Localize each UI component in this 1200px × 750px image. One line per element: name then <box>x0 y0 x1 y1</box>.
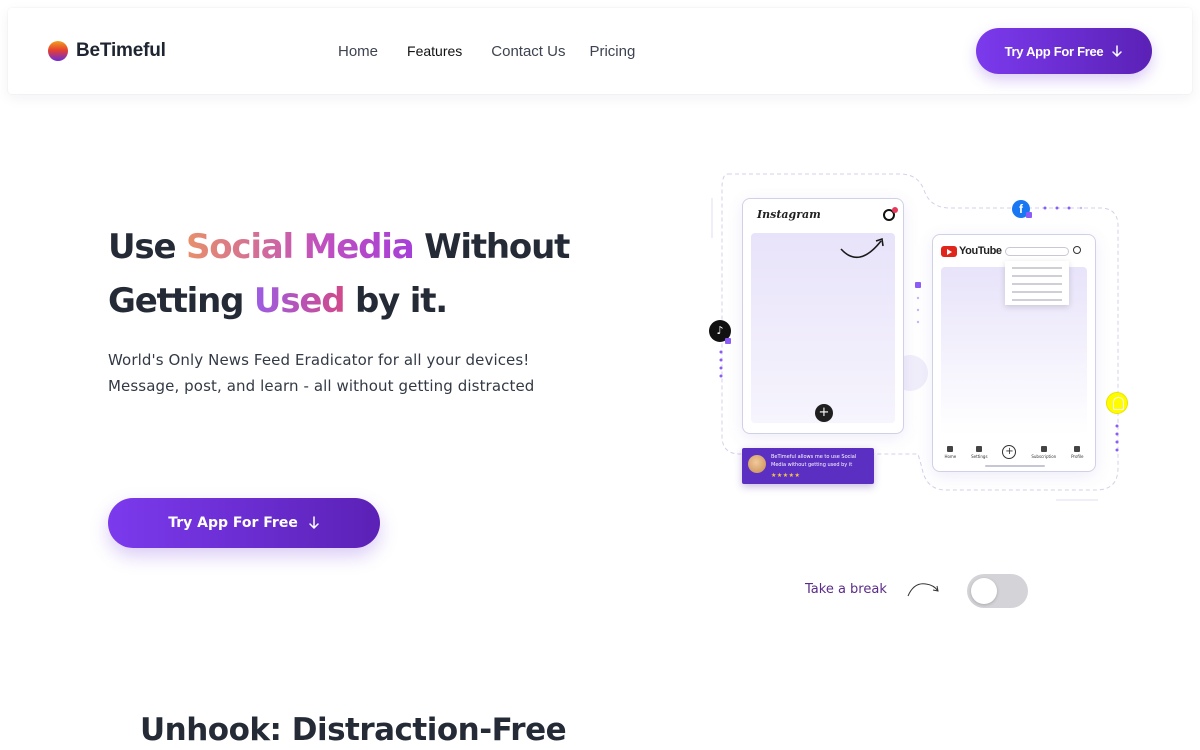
hero-subtitle-line-1: World's Only News Feed Eradicator for al… <box>108 351 530 369</box>
nav-try-app-label: Try App For Free <box>1004 43 1104 59</box>
hero-title-part: by it. <box>344 281 448 321</box>
hero-title: Use Social Media Without Getting Used by… <box>108 220 628 328</box>
arrow-down-icon <box>309 516 319 529</box>
hero-illustration: Instagram + YouTube Home Settings + Subs… <box>700 168 1140 508</box>
instagram-add-icon: + <box>815 404 833 422</box>
hero-title-highlight-used: Used <box>253 281 346 321</box>
curved-arrow-icon <box>840 237 884 259</box>
youtube-logo: YouTube <box>941 245 1002 257</box>
snapchat-icon <box>1106 392 1128 414</box>
instagram-label: Instagram <box>757 208 821 221</box>
home-indicator <box>985 465 1045 467</box>
youtube-tab-label: Subscription <box>1031 453 1057 459</box>
search-icon <box>1073 246 1081 254</box>
youtube-tab-profile: Profile <box>1071 445 1084 459</box>
brand-name: BeTimeful <box>76 40 166 61</box>
nav-link-home[interactable]: Home <box>338 43 378 60</box>
nav-link-features[interactable]: Features <box>407 43 462 60</box>
hero-subtitle-line-2: Message, post, and learn - all without g… <box>108 377 535 395</box>
logo-icon <box>48 41 68 61</box>
nav-links: Home Features Contact Us Pricing <box>338 43 635 60</box>
youtube-tab-label: Settings <box>971 453 988 459</box>
nav-link-pricing[interactable]: Pricing <box>589 43 635 60</box>
youtube-bottom-tabs: Home Settings + Subscription Profile <box>937 445 1091 459</box>
hero-try-app-label: Try App For Free <box>168 515 298 531</box>
hero-title-part: Use <box>108 227 186 267</box>
review-text: BeTimeful allows me to use Social Media … <box>771 454 857 468</box>
youtube-search-dropdown <box>1005 261 1069 305</box>
nav-try-app-button[interactable]: Try App For Free <box>976 28 1152 74</box>
youtube-tab-create: + <box>1002 445 1017 459</box>
section-title: Unhook: Distraction-Free <box>140 712 567 748</box>
toggle-knob <box>971 578 997 604</box>
lock-icon <box>725 338 731 344</box>
avatar <box>748 455 766 473</box>
curved-arrow-icon <box>907 583 939 597</box>
hero-try-app-button[interactable]: Try App For Free <box>108 498 380 548</box>
youtube-search-bar <box>1005 247 1069 256</box>
youtube-play-icon <box>941 245 957 257</box>
review-stars: ★★★★★ <box>771 472 801 479</box>
youtube-tab-subscription: Subscription <box>1031 445 1057 459</box>
lock-icon <box>1026 212 1032 218</box>
top-navbar: BeTimeful Home Features Contact Us Prici… <box>8 8 1192 94</box>
hero-title-highlight-social-media: Social Media <box>185 227 415 267</box>
brand-logo[interactable]: BeTimeful <box>48 40 166 62</box>
instagram-notification-icon <box>883 207 898 221</box>
youtube-tab-home: Home <box>944 445 957 459</box>
nav-link-contact-us[interactable]: Contact Us <box>491 43 565 60</box>
hero-subtitle: World's Only News Feed Eradicator for al… <box>108 347 608 399</box>
take-a-break-label: Take a break <box>805 582 887 597</box>
youtube-tab-label: Home <box>944 453 957 459</box>
lock-icon <box>915 282 921 288</box>
instagram-phone-mockup: Instagram + <box>742 198 904 434</box>
youtube-tab-label: Profile <box>1071 453 1084 459</box>
youtube-phone-mockup: YouTube Home Settings + Subscription Pro… <box>932 234 1096 472</box>
review-card: BeTimeful allows me to use Social Media … <box>742 448 874 484</box>
arrow-down-icon <box>1112 44 1123 57</box>
youtube-tab-settings: Settings <box>971 445 988 459</box>
youtube-label: YouTube <box>959 245 1002 257</box>
take-a-break-toggle[interactable] <box>967 574 1028 608</box>
